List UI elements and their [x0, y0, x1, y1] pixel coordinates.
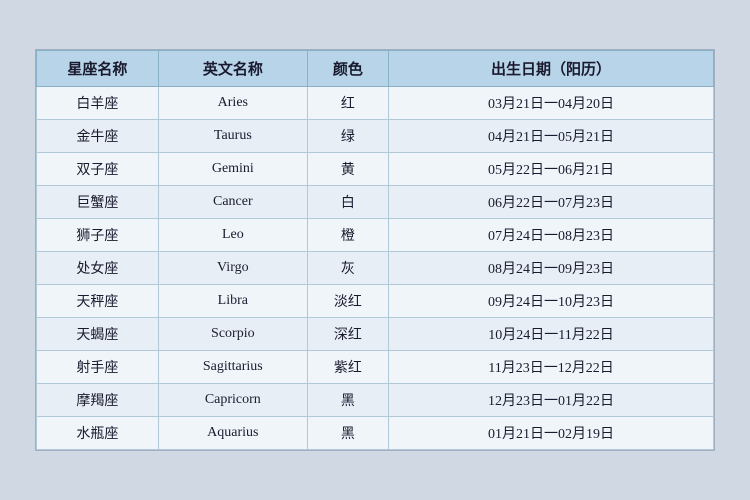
- cell-color: 绿: [307, 120, 388, 153]
- cell-date: 03月21日一04月20日: [389, 87, 714, 120]
- cell-cn-name: 水瓶座: [37, 417, 159, 450]
- table-row: 射手座Sagittarius紫红11月23日一12月22日: [37, 351, 714, 384]
- cell-cn-name: 巨蟹座: [37, 186, 159, 219]
- cell-en-name: Virgo: [158, 252, 307, 285]
- cell-color: 黑: [307, 384, 388, 417]
- header-cn-name: 星座名称: [37, 51, 159, 87]
- table-row: 摩羯座Capricorn黑12月23日一01月22日: [37, 384, 714, 417]
- cell-en-name: Aries: [158, 87, 307, 120]
- cell-date: 11月23日一12月22日: [389, 351, 714, 384]
- table-row: 天秤座Libra淡红09月24日一10月23日: [37, 285, 714, 318]
- cell-date: 04月21日一05月21日: [389, 120, 714, 153]
- cell-date: 10月24日一11月22日: [389, 318, 714, 351]
- table-row: 天蝎座Scorpio深红10月24日一11月22日: [37, 318, 714, 351]
- table-row: 金牛座Taurus绿04月21日一05月21日: [37, 120, 714, 153]
- table-row: 双子座Gemini黄05月22日一06月21日: [37, 153, 714, 186]
- cell-cn-name: 摩羯座: [37, 384, 159, 417]
- table-header-row: 星座名称 英文名称 颜色 出生日期（阳历）: [37, 51, 714, 87]
- cell-color: 白: [307, 186, 388, 219]
- cell-color: 淡红: [307, 285, 388, 318]
- table-row: 水瓶座Aquarius黑01月21日一02月19日: [37, 417, 714, 450]
- cell-en-name: Aquarius: [158, 417, 307, 450]
- cell-en-name: Gemini: [158, 153, 307, 186]
- cell-date: 09月24日一10月23日: [389, 285, 714, 318]
- cell-en-name: Sagittarius: [158, 351, 307, 384]
- cell-cn-name: 金牛座: [37, 120, 159, 153]
- cell-en-name: Scorpio: [158, 318, 307, 351]
- cell-color: 深红: [307, 318, 388, 351]
- cell-color: 黑: [307, 417, 388, 450]
- zodiac-table-container: 星座名称 英文名称 颜色 出生日期（阳历） 白羊座Aries红03月21日一04…: [35, 49, 715, 451]
- cell-en-name: Cancer: [158, 186, 307, 219]
- cell-cn-name: 狮子座: [37, 219, 159, 252]
- cell-color: 灰: [307, 252, 388, 285]
- zodiac-table: 星座名称 英文名称 颜色 出生日期（阳历） 白羊座Aries红03月21日一04…: [36, 50, 714, 450]
- cell-cn-name: 天蝎座: [37, 318, 159, 351]
- cell-date: 01月21日一02月19日: [389, 417, 714, 450]
- cell-cn-name: 天秤座: [37, 285, 159, 318]
- table-row: 处女座Virgo灰08月24日一09月23日: [37, 252, 714, 285]
- header-color: 颜色: [307, 51, 388, 87]
- table-row: 白羊座Aries红03月21日一04月20日: [37, 87, 714, 120]
- header-en-name: 英文名称: [158, 51, 307, 87]
- cell-date: 05月22日一06月21日: [389, 153, 714, 186]
- cell-cn-name: 双子座: [37, 153, 159, 186]
- cell-cn-name: 白羊座: [37, 87, 159, 120]
- cell-date: 12月23日一01月22日: [389, 384, 714, 417]
- table-row: 巨蟹座Cancer白06月22日一07月23日: [37, 186, 714, 219]
- cell-date: 07月24日一08月23日: [389, 219, 714, 252]
- cell-en-name: Taurus: [158, 120, 307, 153]
- cell-date: 08月24日一09月23日: [389, 252, 714, 285]
- table-row: 狮子座Leo橙07月24日一08月23日: [37, 219, 714, 252]
- cell-date: 06月22日一07月23日: [389, 186, 714, 219]
- cell-en-name: Capricorn: [158, 384, 307, 417]
- cell-color: 黄: [307, 153, 388, 186]
- header-date: 出生日期（阳历）: [389, 51, 714, 87]
- cell-color: 红: [307, 87, 388, 120]
- cell-en-name: Libra: [158, 285, 307, 318]
- cell-color: 橙: [307, 219, 388, 252]
- cell-cn-name: 处女座: [37, 252, 159, 285]
- cell-cn-name: 射手座: [37, 351, 159, 384]
- cell-color: 紫红: [307, 351, 388, 384]
- cell-en-name: Leo: [158, 219, 307, 252]
